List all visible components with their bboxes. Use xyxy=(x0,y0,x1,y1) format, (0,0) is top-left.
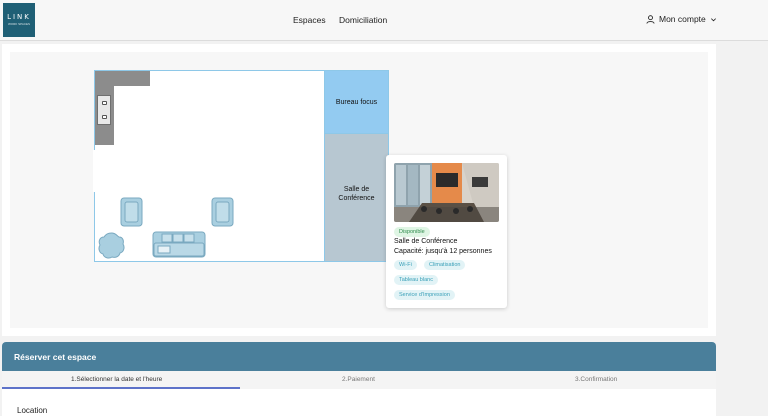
room-label-salle-conference: Salle de Conférence xyxy=(338,186,375,202)
amenity-tag: Tableau blanc xyxy=(394,275,438,285)
step-confirmation[interactable]: 3.Confirmation xyxy=(575,376,617,383)
logo-subtext: WORK SPACES xyxy=(7,22,31,26)
user-icon xyxy=(646,14,655,24)
room-photo xyxy=(394,163,499,222)
armchair-icon xyxy=(211,197,234,227)
amenity-tag: Climatisation xyxy=(424,260,466,270)
account-label: Mon compte xyxy=(659,14,706,24)
amenity-tag: Service d'Impression xyxy=(394,290,455,300)
sofa-icon xyxy=(152,231,206,258)
plant-icon xyxy=(97,231,126,260)
brand-logo[interactable]: LINK WORK SPACES xyxy=(3,3,35,37)
room-bureau-focus[interactable]: Bureau focus xyxy=(324,70,389,134)
room-salle-conference[interactable]: Salle de Conférence xyxy=(324,133,389,262)
open-space-floor[interactable] xyxy=(94,70,325,262)
top-navbar: LINK WORK SPACES Espaces Domiciliation M… xyxy=(0,0,768,41)
door-opening xyxy=(93,150,96,192)
location-label: Location xyxy=(17,406,48,415)
nav-espaces-link[interactable]: Espaces xyxy=(293,15,326,25)
active-step-indicator xyxy=(2,387,240,389)
room-capacity: Capacité: jusqu'à 12 personnes xyxy=(394,248,492,255)
reservation-title: Réserver cet espace xyxy=(2,342,716,371)
room-label-bureau-focus: Bureau focus xyxy=(335,98,378,106)
status-badge: Disponible xyxy=(394,227,430,237)
room-info-card[interactable]: Disponible Salle de Conférence Capacité:… xyxy=(386,155,507,308)
nav-domiciliation-link[interactable]: Domiciliation xyxy=(339,15,387,25)
armchair-icon xyxy=(120,197,143,227)
kitchen-counter xyxy=(95,71,150,86)
sink-icon xyxy=(97,95,111,125)
chevron-down-icon xyxy=(710,16,717,23)
reservation-panel: Réserver cet espace 1.Sélectionner la da… xyxy=(2,342,716,416)
amenity-tag: Wi-Fi xyxy=(394,260,417,270)
step-payment[interactable]: 2.Paiement xyxy=(342,376,375,383)
logo-text: LINK xyxy=(7,13,31,21)
room-title: Salle de Conférence xyxy=(394,238,458,245)
account-menu[interactable]: Mon compte xyxy=(646,14,717,24)
step-select-date[interactable]: 1.Sélectionner la date et l'heure xyxy=(71,376,162,383)
reservation-stepper: 1.Sélectionner la date et l'heure 2.Paie… xyxy=(2,371,716,389)
